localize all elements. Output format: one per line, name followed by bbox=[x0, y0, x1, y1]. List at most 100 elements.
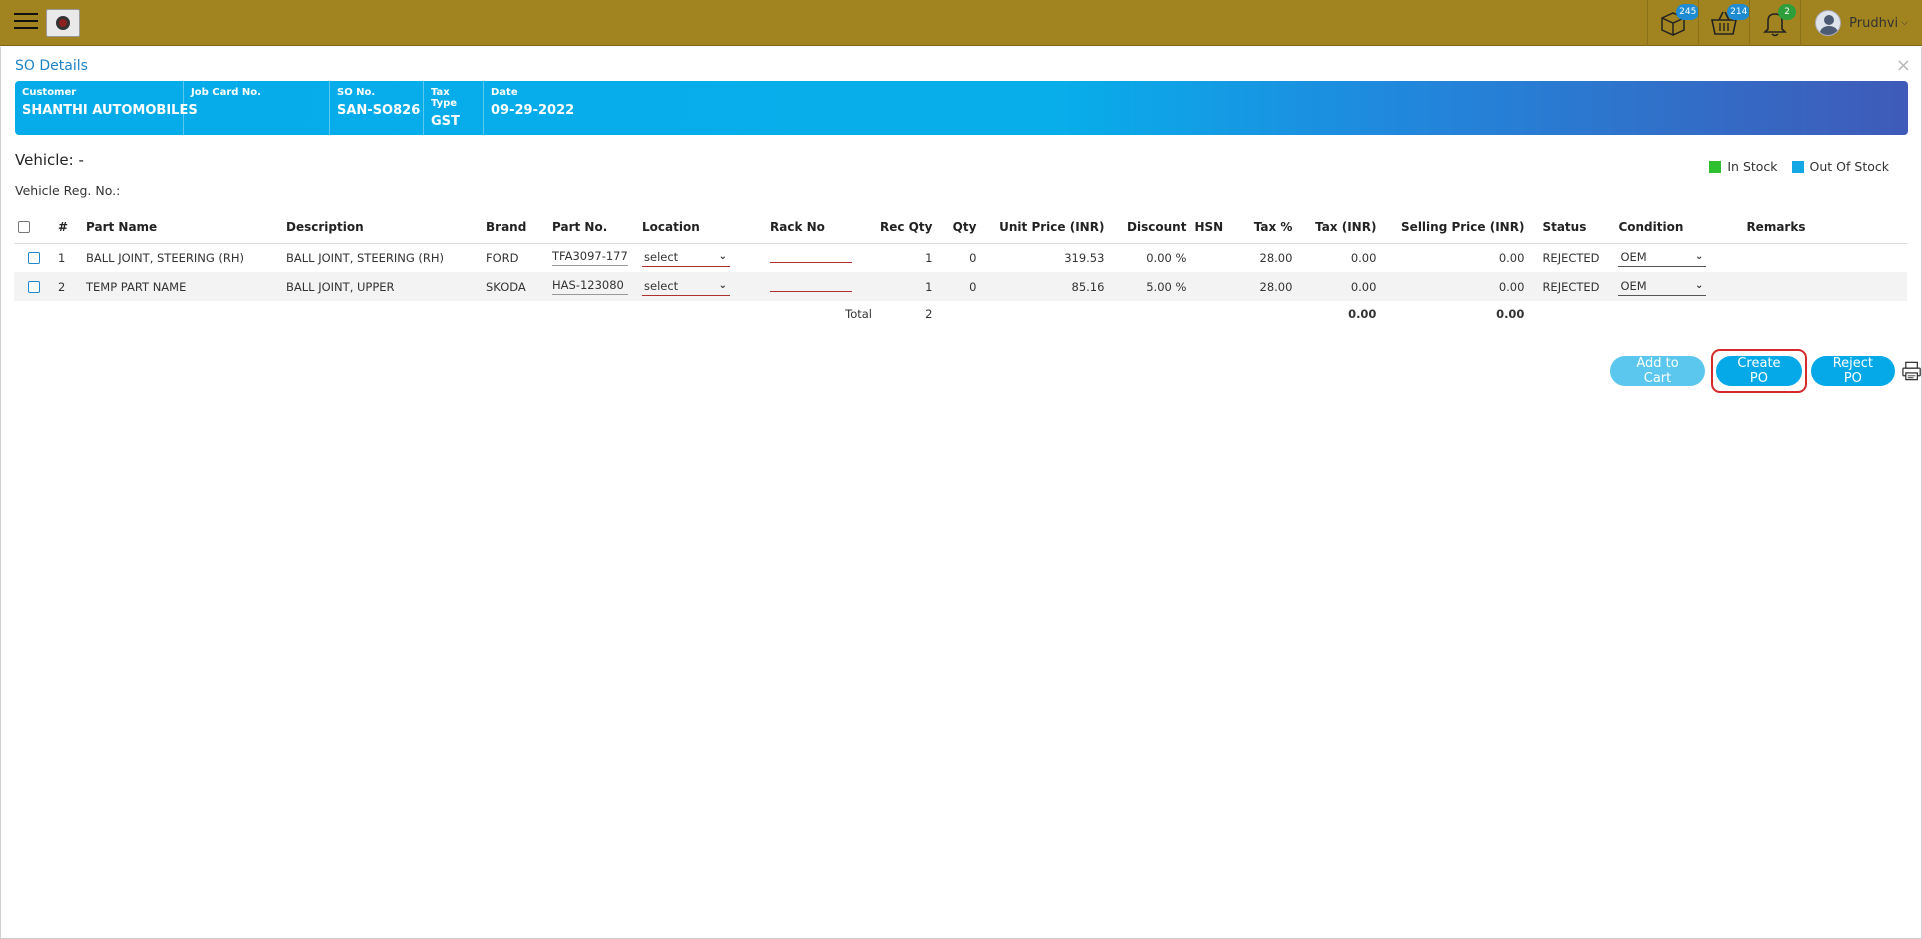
row-select-cell bbox=[14, 243, 54, 272]
hamburger-menu-icon[interactable] bbox=[14, 13, 38, 33]
stock-legend: In Stock Out Of Stock bbox=[1695, 159, 1889, 174]
avatar[interactable] bbox=[1815, 10, 1842, 36]
top-navbar: 245 214 2 Prudhvi ⌵ bbox=[0, 0, 1922, 46]
info-tax-type: Tax Type GST bbox=[424, 81, 484, 135]
info-job-card: Job Card No. bbox=[184, 81, 330, 135]
printer-icon[interactable] bbox=[1901, 360, 1922, 382]
header-qty: Qty bbox=[936, 211, 981, 244]
row-remarks bbox=[1742, 272, 1907, 301]
row-selling-price: 0.00 bbox=[1498, 250, 1525, 265]
row-qty: 0 bbox=[969, 250, 977, 265]
total-selling-price: 0.00 bbox=[1496, 307, 1525, 321]
row-location-cell: select ⌄ bbox=[638, 272, 766, 301]
chevron-down-icon: ⌄ bbox=[1695, 280, 1704, 291]
row-condition-cell: OEM ⌄ bbox=[1614, 272, 1743, 301]
row-rec-qty: 1 bbox=[876, 272, 937, 301]
part-no-input[interactable]: TFA3097-177 bbox=[552, 247, 628, 266]
row-part-name: TEMP PART NAME bbox=[82, 272, 282, 301]
row-part-no-cell: HAS-123080 bbox=[548, 272, 638, 301]
so-details-panel: SO Details × Customer SHANTHI AUTOMOBILE… bbox=[0, 47, 1922, 939]
notifications-menu[interactable]: 2 bbox=[1749, 0, 1800, 46]
table-row: 2 TEMP PART NAME BALL JOINT, UPPER SKODA… bbox=[14, 272, 1907, 301]
info-value: SAN-SO826 bbox=[337, 103, 421, 118]
legend-label: Out Of Stock bbox=[1809, 159, 1889, 174]
topbar-right: 245 214 2 Prudhvi ⌵ bbox=[1647, 0, 1922, 46]
action-buttons: Add to Cart Create PO Reject PO bbox=[1610, 349, 1922, 393]
out-of-stock-swatch bbox=[1791, 160, 1804, 173]
header-status: Status bbox=[1528, 211, 1615, 244]
header-condition: Condition bbox=[1614, 211, 1743, 244]
header-brand: Brand bbox=[482, 211, 548, 244]
create-po-highlight: Create PO bbox=[1711, 349, 1807, 393]
info-label: Customer bbox=[22, 87, 77, 98]
condition-select-value: OEM bbox=[1620, 279, 1647, 293]
row-rec-qty: 1 bbox=[925, 250, 933, 265]
condition-select[interactable]: OEM ⌄ bbox=[1618, 248, 1707, 268]
header-rec-qty: Rec Qty bbox=[876, 211, 937, 244]
header-unit-price: Unit Price (INR) bbox=[980, 211, 1109, 244]
packages-menu[interactable]: 245 bbox=[1647, 0, 1700, 46]
header-tax-inr: Tax (INR) bbox=[1296, 211, 1381, 244]
header-discount: Discount bbox=[1108, 211, 1191, 244]
user-menu[interactable]: Prudhvi ⌵ bbox=[1800, 0, 1922, 46]
row-description: BALL JOINT, UPPER bbox=[282, 272, 482, 301]
cart-menu[interactable]: 214 bbox=[1698, 0, 1751, 46]
header-description: Description bbox=[282, 211, 482, 244]
location-select[interactable]: select ⌄ bbox=[642, 277, 730, 296]
total-label: Total bbox=[845, 307, 872, 321]
location-select[interactable]: select ⌄ bbox=[642, 248, 730, 268]
part-no-input[interactable]: HAS-123080 bbox=[552, 276, 628, 295]
company-logo[interactable] bbox=[46, 9, 80, 37]
rack-no-input[interactable] bbox=[770, 249, 852, 264]
header-num: # bbox=[54, 211, 82, 244]
header-select-all bbox=[14, 211, 54, 244]
add-to-cart-button[interactable]: Add to Cart bbox=[1610, 356, 1706, 386]
total-rec-qty: 2 bbox=[925, 307, 933, 321]
header-selling-price: Selling Price (INR) bbox=[1380, 211, 1529, 244]
row-tax-pct: 28.00 bbox=[1238, 272, 1297, 301]
row-num: 2 bbox=[54, 272, 82, 301]
row-rack-cell bbox=[766, 272, 876, 301]
legend-in-stock: In Stock bbox=[1709, 159, 1778, 174]
info-label: SO No. bbox=[337, 87, 376, 98]
create-po-button[interactable]: Create PO bbox=[1716, 356, 1802, 386]
panel-title: SO Details bbox=[15, 58, 88, 74]
reject-po-button[interactable]: Reject PO bbox=[1810, 356, 1895, 386]
notifications-badge: 2 bbox=[1778, 4, 1797, 20]
condition-select-value: OEM bbox=[1620, 250, 1647, 265]
info-label: Tax Type bbox=[431, 87, 458, 109]
row-checkbox[interactable] bbox=[28, 281, 40, 293]
header-rack-no: Rack No bbox=[766, 211, 876, 244]
info-customer: Customer SHANTHI AUTOMOBILES bbox=[15, 81, 198, 135]
row-remarks bbox=[1742, 243, 1907, 272]
header-part-name: Part Name bbox=[82, 211, 282, 244]
header-tax-pct: Tax % bbox=[1238, 211, 1297, 244]
row-part-no-cell: TFA3097-177 bbox=[548, 243, 638, 272]
row-part-name: BALL JOINT, STEERING (RH) bbox=[86, 250, 245, 265]
chevron-down-icon[interactable]: ⌵ bbox=[1901, 18, 1908, 28]
row-checkbox[interactable] bbox=[28, 252, 40, 265]
row-unit-price: 85.16 bbox=[980, 272, 1109, 301]
info-so-no: SO No. SAN-SO826 bbox=[330, 81, 424, 135]
header-hsn: HSN bbox=[1190, 211, 1239, 244]
info-date: Date 09-29-2022 bbox=[484, 81, 594, 135]
condition-select[interactable]: OEM ⌄ bbox=[1618, 277, 1707, 296]
select-all-checkbox[interactable] bbox=[18, 221, 30, 234]
row-hsn bbox=[1190, 272, 1239, 301]
row-description: BALL JOINT, STEERING (RH) bbox=[286, 250, 445, 265]
user-name[interactable]: Prudhvi bbox=[1849, 16, 1898, 31]
legend-out-of-stock: Out Of Stock bbox=[1791, 159, 1889, 174]
row-qty: 0 bbox=[936, 272, 981, 301]
close-icon[interactable]: × bbox=[1896, 55, 1911, 76]
header-part-no: Part No. bbox=[548, 211, 638, 244]
chevron-down-icon: ⌄ bbox=[1695, 251, 1704, 263]
row-brand: FORD bbox=[486, 250, 519, 265]
row-rack-cell bbox=[766, 243, 876, 272]
info-value: 09-29-2022 bbox=[491, 103, 575, 118]
chevron-down-icon: ⌄ bbox=[718, 251, 727, 263]
parts-table: # Part Name Description Brand Part No. L… bbox=[14, 211, 1907, 327]
rack-no-input[interactable] bbox=[770, 278, 852, 292]
header-remarks: Remarks bbox=[1742, 211, 1907, 244]
location-select-value: select bbox=[644, 279, 679, 293]
table-row: 1 BALL JOINT, STEERING (RH) BALL JOINT, … bbox=[14, 243, 1907, 272]
